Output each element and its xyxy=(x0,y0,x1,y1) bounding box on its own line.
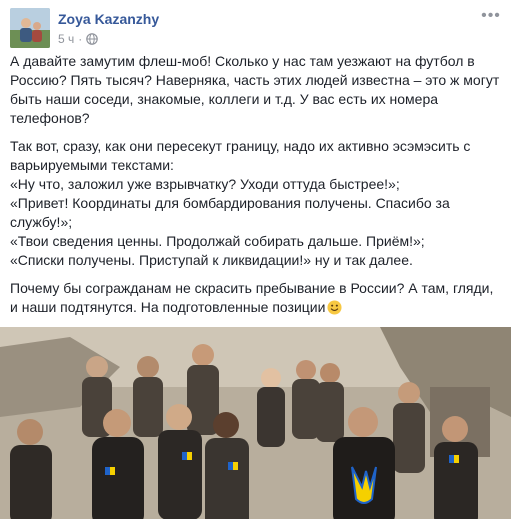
post-photo[interactable] xyxy=(0,327,511,519)
post-paragraph: «Ну что, заложил уже взрывчатку? Уходи о… xyxy=(10,176,400,192)
more-options-icon[interactable]: ••• xyxy=(481,8,501,26)
group-photo-illustration xyxy=(0,327,511,519)
post-paragraph: А давайте замутим флеш-моб! Сколько у на… xyxy=(10,53,500,126)
author-avatar[interactable] xyxy=(10,8,50,48)
author-name[interactable]: Zoya Kazanzhy xyxy=(58,11,159,27)
post-header: Zoya Kazanzhy 5 ч · ••• xyxy=(10,8,501,52)
post-paragraph: Так вот, сразу, как они пересекут границ… xyxy=(10,138,471,173)
post-paragraph-last: Почему бы согражданам не скрасить пребыв… xyxy=(10,279,501,317)
post-paragraph: «Привет! Координаты для бомбардирования … xyxy=(10,195,450,230)
post-paragraph: «Твои сведения ценны. Продолжай собирать… xyxy=(10,233,425,249)
meta-separator: · xyxy=(78,32,83,46)
post-timestamp[interactable]: 5 ч xyxy=(58,32,74,46)
avatar-photo xyxy=(10,8,50,48)
globe-icon[interactable] xyxy=(86,33,99,45)
post-body: А давайте замутим флеш-моб! Сколько у на… xyxy=(10,52,501,326)
post-meta: 5 ч · xyxy=(58,32,99,46)
smile-emoji-icon xyxy=(327,300,342,315)
post-paragraph: «Списки получены. Приступай к ликвидации… xyxy=(10,252,413,268)
post-paragraph-text: Почему бы согражданам не скрасить пребыв… xyxy=(10,280,494,315)
